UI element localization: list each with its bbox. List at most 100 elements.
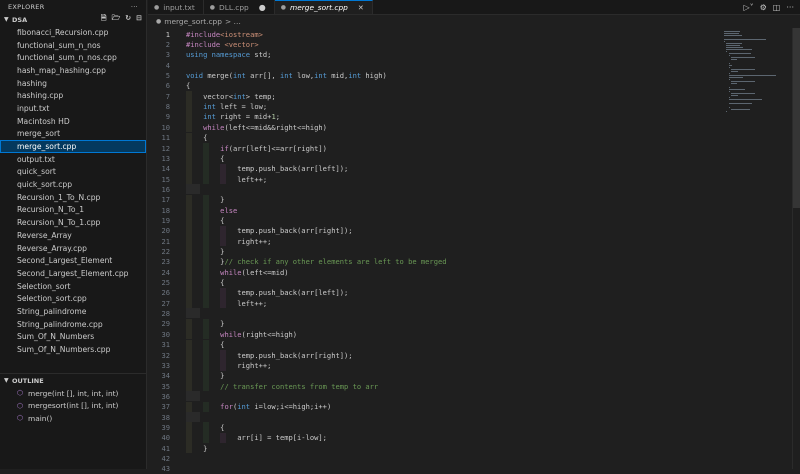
file-item[interactable]: Second_Largest_Element xyxy=(0,254,146,267)
file-item[interactable]: quick_sort.cpp xyxy=(0,178,146,191)
code-line[interactable]: 8 int left = low; xyxy=(148,101,267,111)
code-line[interactable]: 4 xyxy=(148,60,170,70)
code-token: arr[], xyxy=(245,71,280,81)
code-line[interactable]: 29 } xyxy=(148,319,224,329)
file-item[interactable]: merge_sort xyxy=(0,128,146,141)
minimap-line xyxy=(724,35,742,36)
code-line[interactable]: 30 while(right<=high) xyxy=(148,329,297,339)
file-item[interactable]: fibonacci_Recursion.cpp xyxy=(0,26,146,39)
folder-header-dsa[interactable]: ▼ DSA 🗎 🗁 ↻ ⊟ xyxy=(0,13,146,26)
minimap[interactable] xyxy=(722,28,792,469)
code-line[interactable]: 3 using namespace std; xyxy=(148,50,272,60)
file-item[interactable]: String_palindrome xyxy=(0,305,146,318)
settings-gear-icon[interactable]: ⚙ xyxy=(760,3,767,12)
outline-item[interactable]: ⬡ merge(int [], int, int, int) xyxy=(0,387,146,400)
code-line[interactable]: 33 right++; xyxy=(148,360,271,370)
file-item[interactable]: hashing xyxy=(0,77,146,90)
code-line[interactable]: 20 temp.push_back(arr[right]); xyxy=(148,226,352,236)
code-line[interactable]: 7 vector<int> temp; xyxy=(148,91,276,101)
code-line[interactable]: 10 while(left<=mid&&right<=high) xyxy=(148,122,327,132)
refresh-icon[interactable]: ↻ xyxy=(125,14,131,25)
code-line[interactable]: 39 { xyxy=(148,422,224,432)
close-icon[interactable]: ✕ xyxy=(358,4,364,12)
code-line[interactable]: 37 for(int i=low;i<=high;i++) xyxy=(148,402,331,412)
file-item[interactable]: Reverse_Array.cpp xyxy=(0,242,146,255)
outline-header[interactable]: ▼ OUTLINE xyxy=(0,374,146,387)
code-line[interactable]: 22 } xyxy=(148,246,224,256)
scrollbar-thumb[interactable] xyxy=(793,28,800,208)
file-item[interactable]: Recursion_N_To_1.cpp xyxy=(0,216,146,229)
code-line[interactable]: 31 { xyxy=(148,340,224,350)
editor-tab[interactable]: ● input.txt xyxy=(148,0,204,14)
breadcrumb[interactable]: ● merge_sort.cpp > … xyxy=(148,15,241,27)
code-line[interactable]: 28 xyxy=(148,308,170,318)
file-item[interactable]: Sum_Of_N_Numbers.cpp xyxy=(0,343,146,356)
outline-item[interactable]: ⬡ mergesort(int [], int, int) xyxy=(0,400,146,413)
indent-guide xyxy=(186,163,192,174)
code-line[interactable]: 5 void merge(int arr[], int low,int mid,i… xyxy=(148,70,387,80)
code-editor[interactable]: 1 #include<iostream> 2 #include <vector> 3 us… xyxy=(148,28,720,474)
code-line[interactable]: 36 xyxy=(148,391,170,401)
code-line[interactable]: 16 xyxy=(148,184,170,194)
code-line[interactable]: 1 #include<iostream> xyxy=(148,29,263,39)
file-item[interactable]: Reverse_Array xyxy=(0,229,146,242)
file-label: Reverse_Array.cpp xyxy=(17,243,87,253)
outline-item[interactable]: ⬡ main() xyxy=(0,412,146,425)
code-line[interactable]: 11 { xyxy=(148,133,207,143)
indent-guide xyxy=(186,122,192,133)
file-item[interactable]: merge_sort.cpp xyxy=(0,140,146,153)
code-line[interactable]: 13 { xyxy=(148,153,224,163)
file-item[interactable]: Selection_sort xyxy=(0,280,146,293)
breadcrumb-file[interactable]: merge_sort.cpp xyxy=(164,17,222,26)
more-actions-icon[interactable]: ··· xyxy=(131,3,138,11)
editor-tab[interactable]: ● merge_sort.cpp ✕ xyxy=(274,0,373,14)
collapse-all-icon[interactable]: ⊟ xyxy=(136,14,142,25)
new-folder-icon[interactable]: 🗁 xyxy=(112,14,121,25)
code-line[interactable]: 38 xyxy=(148,412,170,422)
code-line[interactable]: 23 }// check if any other elements are l… xyxy=(148,257,446,267)
file-item[interactable]: Recursion_1_To_N.cpp xyxy=(0,191,146,204)
file-item[interactable]: functional_sum_n_nos xyxy=(0,39,146,52)
code-line[interactable]: 14 temp.push_back(arr[left]); xyxy=(148,164,348,174)
file-item[interactable]: quick_sort xyxy=(0,166,146,179)
code-line[interactable]: 6{ xyxy=(148,81,191,91)
code-line[interactable]: 2 #include <vector> xyxy=(148,39,259,49)
code-line[interactable]: 19 { xyxy=(148,215,224,225)
file-item[interactable]: hash_map_hashing.cpp xyxy=(0,64,146,77)
file-item[interactable]: Sum_Of_N_Numbers xyxy=(0,331,146,344)
file-item[interactable]: input.txt xyxy=(0,102,146,115)
code-line[interactable]: 15 left++; xyxy=(148,174,267,184)
run-debug-icon[interactable]: ▷˅ xyxy=(743,3,753,12)
code-line[interactable]: 27 left++; xyxy=(148,298,267,308)
code-line[interactable]: 17 } xyxy=(148,195,224,205)
code-line[interactable]: 9 int right = mid+1; xyxy=(148,112,280,122)
file-item[interactable]: Second_Largest_Element.cpp xyxy=(0,267,146,280)
file-item[interactable]: functional_sum_n_nos.cpp xyxy=(0,51,146,64)
editor-tab[interactable]: ● DLL.cpp ● xyxy=(204,0,275,14)
code-line[interactable]: 12 if(arr[left]<=arr[right]) xyxy=(148,143,327,153)
file-item[interactable]: hashing.cpp xyxy=(0,89,146,102)
code-line[interactable]: 42 xyxy=(148,453,170,463)
file-item[interactable]: Macintosh HD xyxy=(0,115,146,128)
line-number: 33 xyxy=(161,360,170,370)
code-line[interactable]: 41 } xyxy=(148,443,207,453)
unsaved-dot-icon[interactable]: ● xyxy=(259,3,266,12)
file-item[interactable]: String_palindrome.cpp xyxy=(0,318,146,331)
code-line[interactable]: 40 arr[i] = temp[i-low]; xyxy=(148,433,326,443)
new-file-icon[interactable]: 🗎 xyxy=(101,14,107,25)
code-line[interactable]: 26 temp.push_back(arr[left]); xyxy=(148,288,348,298)
indent-guide xyxy=(220,349,226,361)
code-line[interactable]: 25 { xyxy=(148,277,224,287)
file-item[interactable]: Recursion_N_To_1 xyxy=(0,204,146,217)
code-line[interactable]: 34 } xyxy=(148,371,224,381)
split-editor-icon[interactable]: ◫ xyxy=(773,3,781,12)
code-token: <iostream> xyxy=(220,29,263,39)
code-line[interactable]: 18 else xyxy=(148,205,237,215)
code-line[interactable]: 24 while(left<=mid) xyxy=(148,267,288,277)
code-line[interactable]: 35 // transfer contents from temp to arr xyxy=(148,381,378,391)
code-line[interactable]: 21 right++; xyxy=(148,236,271,246)
more-actions-icon[interactable]: ··· xyxy=(786,3,794,12)
file-item[interactable]: output.txt xyxy=(0,153,146,166)
file-item[interactable]: Selection_sort.cpp xyxy=(0,292,146,305)
code-line[interactable]: 32 temp.push_back(arr[right]); xyxy=(148,350,352,360)
